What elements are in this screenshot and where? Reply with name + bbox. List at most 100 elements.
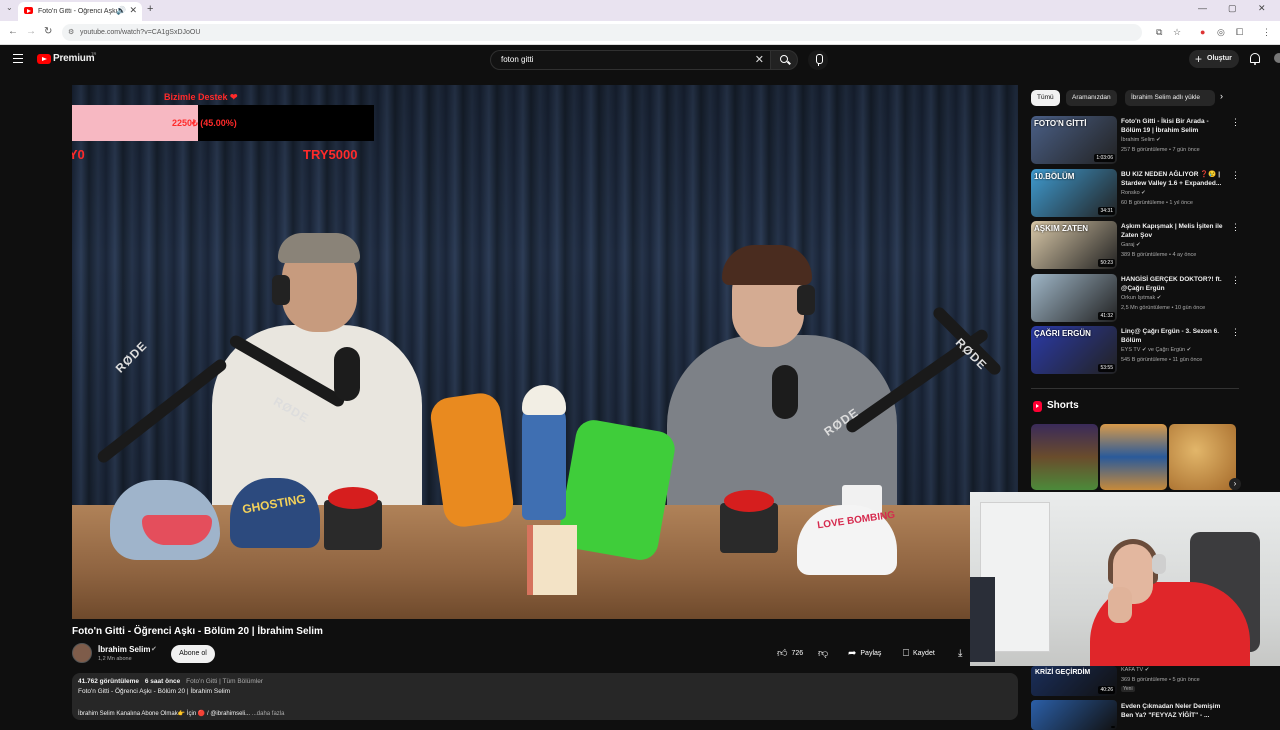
bookmark-star-icon[interactable]: ☆ bbox=[1173, 27, 1181, 38]
dislike-button[interactable]: 👎︎ bbox=[818, 646, 832, 662]
like-count: 726 bbox=[791, 650, 804, 657]
recommended-video[interactable]: AŞKIM ZATEN 50:23 Aşkım Kapışmak | Melis İ… bbox=[1031, 221, 1241, 271]
recommended-channel[interactable]: İbrahim Selim ✔ bbox=[1121, 137, 1161, 143]
short-thumbnail[interactable] bbox=[1169, 424, 1236, 490]
chips-next-icon[interactable]: › bbox=[1220, 91, 1223, 101]
maximize-icon[interactable]: ▢ bbox=[1228, 3, 1237, 14]
window-close-icon[interactable]: ✕ bbox=[1258, 3, 1266, 14]
hamburger-menu-icon[interactable] bbox=[13, 54, 23, 63]
video-thumbnail[interactable]: 41:32 bbox=[1031, 273, 1117, 322]
voice-search-microphone-icon[interactable] bbox=[808, 50, 828, 70]
more-actions-icon[interactable]: ⋮ bbox=[1231, 117, 1240, 128]
youtube-logo-icon[interactable] bbox=[37, 54, 51, 64]
url-field[interactable]: ⚙ youtube.com/watch?v=CA1gSxDJoOU bbox=[62, 24, 1142, 41]
video-player[interactable]: RØDE RØDE RØDE RØDE GHOSTING LOVE BOMBIN… bbox=[72, 85, 1018, 619]
new-tab-button[interactable]: + bbox=[147, 3, 153, 15]
view-count: 41.762 görüntüleme bbox=[78, 678, 140, 685]
recommended-channel[interactable]: EYS TV ✔ ve Çağrı Ergün ✔ bbox=[1121, 347, 1191, 353]
clear-search-icon[interactable]: ✕ bbox=[755, 53, 764, 66]
show-more-link[interactable]: ...daha fazla bbox=[252, 711, 285, 717]
verified-icon: ✔ bbox=[151, 646, 157, 653]
recommended-title[interactable]: Foto'n Gitti - İkisi Bir Arada - Bölüm 1… bbox=[1121, 117, 1226, 135]
share-button[interactable]: ➦ Paylaş bbox=[848, 646, 881, 662]
recommended-title[interactable]: Linç@ Çağrı Ergün - 3. Sezon 6. Bölüm bbox=[1121, 327, 1226, 345]
save-label: Kaydet bbox=[913, 650, 935, 657]
recommended-channel[interactable]: Garaj ✔ bbox=[1121, 242, 1141, 248]
duration-badge: 50:23 bbox=[1098, 259, 1115, 267]
more-actions-icon[interactable]: ⋮ bbox=[1231, 327, 1240, 338]
youtube-header: Premium TR foton gitti ✕ + Oluştur bbox=[0, 45, 1280, 75]
recommended-title[interactable]: HANGİSİ GERÇEK DOKTOR?! ft. @Çağrı Ergün bbox=[1121, 275, 1226, 293]
chip-from-search[interactable]: Aramanızdan bbox=[1066, 90, 1117, 106]
speaker-icon[interactable]: 🔊 bbox=[116, 6, 126, 15]
recommended-video[interactable]: FOTO'N GİTTİ 1:03:06 Foto'n Gitti - İkisi … bbox=[1031, 116, 1241, 166]
recommended-video[interactable]: Evden Çıkmadan Neler Demişim Ben Ya? "FE… bbox=[1031, 700, 1241, 730]
reload-icon[interactable]: ↻ bbox=[44, 26, 52, 37]
host-left-hair bbox=[278, 233, 360, 263]
recommended-title[interactable]: BU KIZ NEDEN AĞLIYOR ❓😢 | Stardew Valley… bbox=[1121, 170, 1226, 188]
notifications-bell-icon[interactable] bbox=[1250, 53, 1260, 65]
more-actions-icon[interactable]: ⋮ bbox=[1231, 170, 1240, 181]
plus-icon: + bbox=[1195, 52, 1203, 66]
recommended-title[interactable]: Evden Çıkmadan Neler Demişim Ben Ya? "FE… bbox=[1121, 702, 1231, 720]
search-button[interactable] bbox=[770, 50, 798, 70]
extensions-puzzle-icon[interactable]: ⧠ bbox=[1236, 27, 1243, 38]
forward-icon[interactable]: → bbox=[26, 26, 36, 37]
install-app-icon[interactable]: ⧉ bbox=[1156, 27, 1162, 38]
video-thumbnail[interactable]: AŞKIM ZATEN 50:23 bbox=[1031, 221, 1117, 269]
recommended-channel[interactable]: Ronsko ✔ bbox=[1121, 190, 1146, 196]
short-thumbnail[interactable] bbox=[1100, 424, 1167, 490]
thumbnail-text: AŞKIM ZATEN bbox=[1034, 224, 1089, 233]
shorts-next-icon[interactable]: › bbox=[1229, 478, 1241, 490]
description-tags[interactable]: Foto'n Gitti | Tüm Bölümler bbox=[186, 678, 263, 685]
recommended-video[interactable]: 41:32 HANGİSİ GERÇEK DOKTOR?! ft. @Çağrı … bbox=[1031, 273, 1241, 324]
thumbs-up-icon: 👍︎ bbox=[777, 648, 788, 659]
bookmark-icon: ⎕ bbox=[903, 648, 909, 659]
recommended-video[interactable]: ÇAĞRI ERGÜN 53:55 Linç@ Çağrı Ergün - 3. S… bbox=[1031, 326, 1241, 376]
subscribe-button[interactable]: Abone ol bbox=[171, 645, 215, 663]
shark-toy-mouth bbox=[142, 515, 212, 545]
browser-tab[interactable]: Foto'n Gitti - Öğrenci Aşkı 🔊 ✕ bbox=[18, 2, 142, 21]
save-button[interactable]: ⎕ Kaydet bbox=[903, 646, 935, 662]
description-line-2: İbrahim Selim Kanalına Abone Olmak👉 İçin… bbox=[78, 710, 284, 717]
channel-avatar[interactable] bbox=[72, 643, 92, 663]
browser-menu-icon[interactable]: ⋮ bbox=[1262, 27, 1271, 38]
video-thumbnail[interactable] bbox=[1031, 700, 1117, 730]
short-thumbnail[interactable] bbox=[1031, 424, 1098, 490]
video-thumbnail[interactable]: 10.BÖLÜM 34:31 bbox=[1031, 168, 1117, 217]
more-actions-icon[interactable]: ⋮ bbox=[1231, 275, 1240, 286]
search-input[interactable]: foton gitti ✕ bbox=[490, 50, 770, 70]
extension-icon[interactable]: ● bbox=[1200, 27, 1205, 37]
download-button[interactable]: ⤓ bbox=[958, 646, 966, 662]
recommended-title[interactable]: Aşkım Kapışmak | Melis İşiten ile Zaten … bbox=[1121, 222, 1226, 240]
chip-all[interactable]: Tümü bbox=[1031, 90, 1060, 106]
close-tab-icon[interactable]: ✕ bbox=[129, 5, 137, 16]
recommended-channel[interactable]: KAFA TV ✔ bbox=[1121, 667, 1149, 673]
search-query: foton gitti bbox=[501, 55, 534, 64]
channel-name[interactable]: İbrahim Selim bbox=[98, 645, 150, 654]
shorts-logo-icon bbox=[1033, 401, 1042, 412]
like-button[interactable]: 👍︎ 726 bbox=[777, 646, 803, 662]
site-info-icon[interactable]: ⚙ bbox=[68, 24, 74, 41]
recommended-video[interactable]: KRİZİ GEÇİRDİM 40:26 KAFA TV ✔ 369 B görünt… bbox=[1031, 666, 1241, 696]
description-box[interactable]: 41.762 görüntüleme 6 saat önce Foto'n Gi… bbox=[72, 673, 1018, 720]
extension-2-icon[interactable]: ◎ bbox=[1217, 27, 1225, 38]
tab-search-icon[interactable]: ⌄ bbox=[6, 3, 13, 12]
more-actions-icon[interactable]: ⋮ bbox=[1231, 222, 1240, 233]
description-meta: 41.762 görüntüleme 6 saat önce Foto'n Gi… bbox=[78, 678, 263, 685]
video-thumbnail[interactable]: ÇAĞRI ERGÜN 53:55 bbox=[1031, 326, 1117, 374]
address-bar-row: ← → ↻ ⚙ youtube.com/watch?v=CA1gSxDJoOU … bbox=[0, 21, 1280, 45]
buzzer-right-button bbox=[724, 490, 774, 512]
thumbnail-text: ÇAĞRI ERGÜN bbox=[1034, 329, 1091, 338]
video-thumbnail[interactable]: KRİZİ GEÇİRDİM 40:26 bbox=[1031, 666, 1117, 696]
recommended-video[interactable]: 10.BÖLÜM 34:31 BU KIZ NEDEN AĞLIYOR ❓😢 | S… bbox=[1031, 168, 1241, 219]
minimize-icon[interactable]: — bbox=[1198, 3, 1207, 13]
recommended-channel[interactable]: Orkun Işıtmak ✔ bbox=[1121, 295, 1161, 301]
share-icon: ➦ bbox=[848, 648, 857, 659]
video-thumbnail[interactable]: FOTO'N GİTTİ 1:03:06 bbox=[1031, 116, 1117, 164]
back-icon[interactable]: ← bbox=[8, 26, 18, 37]
account-avatar[interactable] bbox=[1274, 53, 1280, 63]
premium-brand[interactable]: Premium bbox=[53, 53, 95, 64]
create-button[interactable]: + Oluştur bbox=[1189, 50, 1239, 68]
chip-channel-uploads[interactable]: İbrahim Selim adlı yükle bbox=[1125, 90, 1215, 106]
